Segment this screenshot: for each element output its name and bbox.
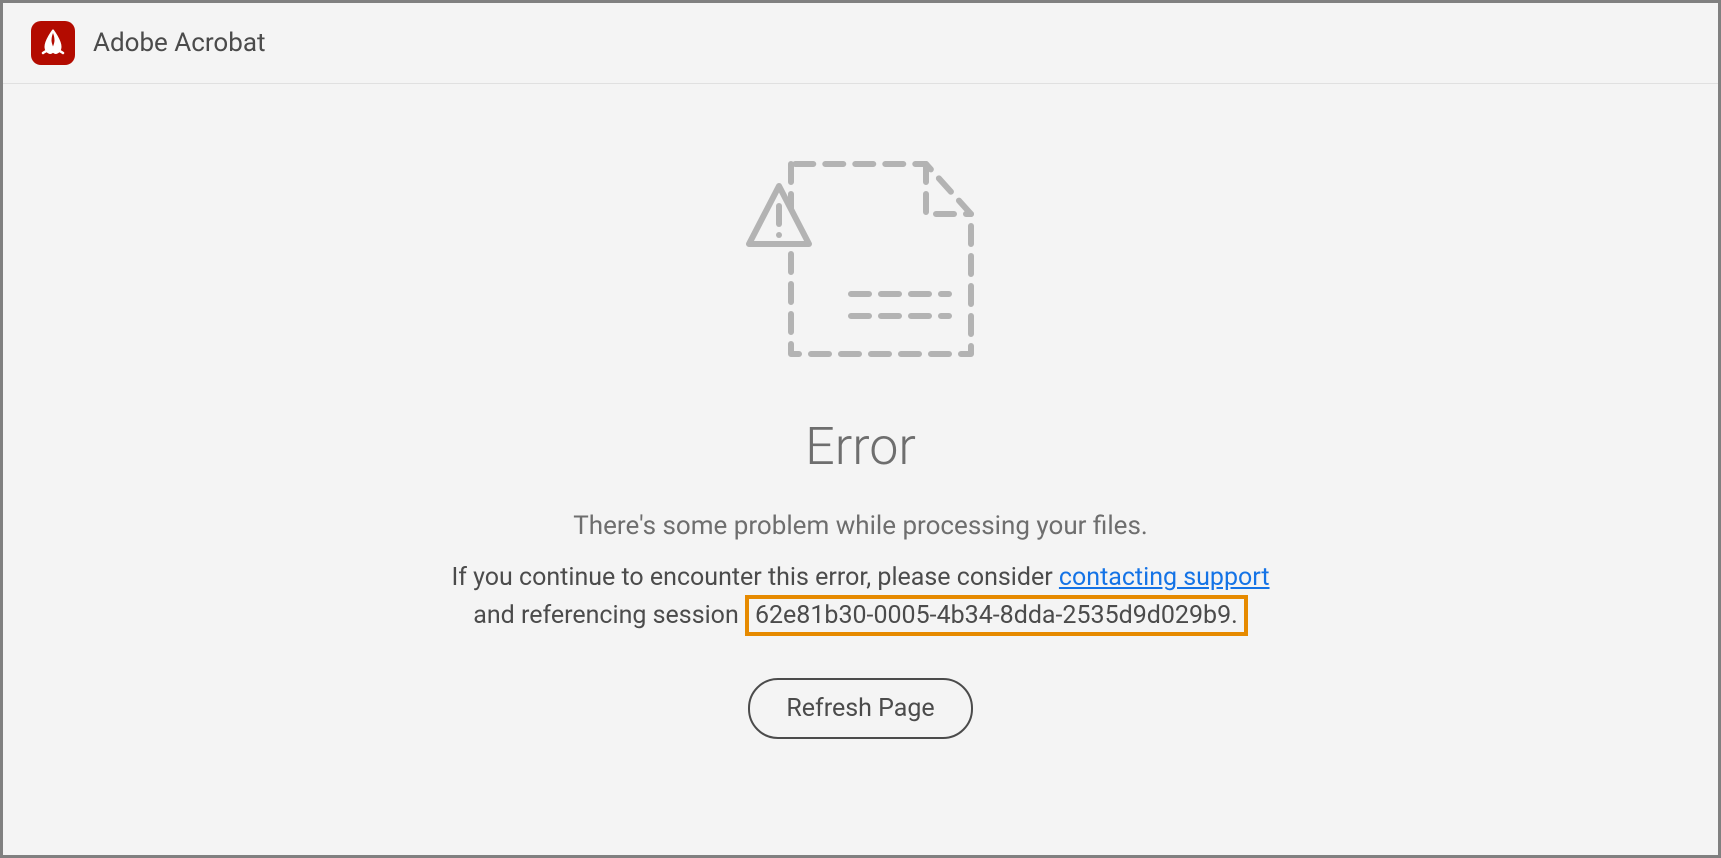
error-subtitle: There's some problem while processing yo… — [573, 511, 1147, 541]
adobe-acrobat-icon — [31, 21, 75, 65]
contact-support-link[interactable]: contacting support — [1059, 563, 1270, 592]
session-id: 62e81b30-0005-4b34-8dda-2535d9d029b9. — [745, 595, 1248, 636]
error-heading: Error — [805, 416, 916, 477]
error-detail-mid: and referencing session — [473, 601, 745, 630]
error-document-icon — [731, 144, 991, 378]
error-content: Error There's some problem while process… — [3, 84, 1718, 739]
refresh-page-button[interactable]: Refresh Page — [748, 678, 972, 739]
error-detail: If you continue to encounter this error,… — [451, 559, 1269, 634]
app-title: Adobe Acrobat — [93, 28, 266, 58]
app-header: Adobe Acrobat — [3, 3, 1718, 84]
error-detail-prefix: If you continue to encounter this error,… — [451, 563, 1058, 592]
